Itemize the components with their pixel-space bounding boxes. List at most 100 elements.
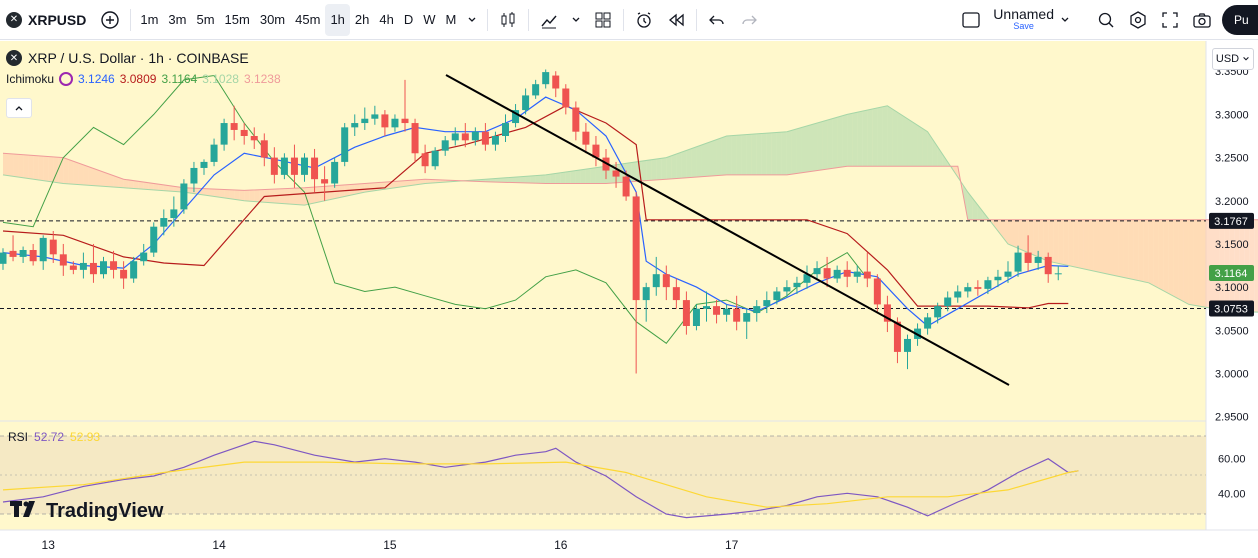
cloud-segment bbox=[892, 109, 898, 167]
cloud-segment bbox=[671, 153, 677, 179]
candle-body bbox=[120, 269, 128, 279]
candle-body bbox=[843, 269, 851, 277]
cloud-segment bbox=[641, 160, 647, 181]
time-tick-label: 14 bbox=[212, 538, 226, 552]
cloud-segment bbox=[510, 177, 516, 183]
cloud-segment bbox=[696, 144, 702, 178]
cloud-segment bbox=[259, 189, 265, 203]
cloud-segment bbox=[309, 187, 315, 205]
cloud-segment bbox=[1103, 219, 1109, 275]
cloud-segment bbox=[656, 158, 662, 180]
candle-body bbox=[190, 167, 198, 184]
rsi-legend[interactable]: RSI 52.72 52.93 bbox=[8, 430, 106, 444]
cloud-segment bbox=[88, 166, 94, 186]
candle-body bbox=[351, 123, 359, 128]
cloud-segment bbox=[379, 182, 385, 190]
cloud-segment bbox=[1123, 219, 1129, 279]
cloud-segment bbox=[1143, 219, 1149, 283]
cloud-segment bbox=[902, 115, 908, 167]
cloud-segment bbox=[1168, 219, 1174, 297]
candle-body bbox=[723, 308, 731, 315]
cloud-segment bbox=[575, 169, 581, 184]
time-axis-background bbox=[0, 530, 1258, 558]
indicator-legend[interactable]: Ichimoku 3.1246 3.0809 3.1164 3.1028 3.1238 bbox=[6, 72, 291, 86]
cloud-segment bbox=[776, 132, 782, 175]
cloud-segment bbox=[38, 155, 44, 181]
cloud-segment bbox=[922, 128, 928, 167]
cloud-segment bbox=[1013, 219, 1019, 249]
candle-body bbox=[59, 254, 67, 266]
cloud-segment bbox=[766, 132, 772, 175]
cloud-segment bbox=[1133, 219, 1139, 281]
candle-body bbox=[793, 282, 801, 288]
candle-body bbox=[461, 133, 469, 141]
cloud-segment bbox=[239, 190, 245, 201]
candle-body bbox=[522, 95, 530, 111]
rsi-label: RSI bbox=[8, 430, 29, 444]
candle-body bbox=[481, 131, 489, 145]
indicator-loading-icon bbox=[59, 72, 74, 86]
candle-body bbox=[823, 268, 831, 279]
candle-body bbox=[331, 161, 339, 184]
cloud-segment bbox=[1188, 219, 1194, 306]
candle-body bbox=[532, 84, 540, 96]
candle-body bbox=[381, 114, 389, 128]
cloud-segment bbox=[540, 174, 546, 184]
cloud-segment bbox=[887, 105, 893, 167]
candle-body bbox=[632, 196, 640, 301]
cloud-segment bbox=[570, 170, 576, 184]
candle-body bbox=[622, 176, 630, 197]
cloud-segment bbox=[1093, 219, 1099, 273]
candle-body bbox=[290, 157, 298, 175]
candle-body bbox=[873, 278, 881, 305]
price-tick-label: 3.3000 bbox=[1215, 109, 1249, 121]
cloud-segment bbox=[691, 146, 697, 178]
cloud-segment bbox=[319, 186, 325, 202]
cloud-segment bbox=[555, 172, 561, 184]
candle-body bbox=[572, 107, 580, 132]
candle-body bbox=[954, 291, 962, 298]
cloud-segment bbox=[711, 139, 717, 176]
candle-body bbox=[582, 131, 590, 145]
cloud-segment bbox=[706, 141, 712, 177]
cloud-segment bbox=[23, 154, 29, 179]
candle-body bbox=[813, 268, 821, 275]
cloud-segment bbox=[781, 131, 787, 175]
price-tick-label: 3.2000 bbox=[1215, 196, 1249, 208]
candle-body bbox=[471, 131, 479, 141]
cloud-segment bbox=[1153, 219, 1159, 289]
candle-body bbox=[974, 287, 982, 289]
cloud-segment bbox=[595, 166, 601, 184]
rsi-axis-label: 40.00 bbox=[1218, 488, 1246, 500]
candle-body bbox=[642, 287, 650, 301]
indicator-name: Ichimoku bbox=[6, 72, 55, 86]
time-tick-label: 17 bbox=[725, 538, 739, 552]
cloud-segment bbox=[1198, 219, 1204, 307]
cloud-segment bbox=[1113, 219, 1119, 277]
candle-body bbox=[944, 297, 952, 307]
ichimoku-value: 3.0809 bbox=[119, 72, 157, 86]
cloud-segment bbox=[1008, 219, 1014, 247]
currency-select[interactable]: USD bbox=[1212, 48, 1254, 70]
cloud-segment bbox=[817, 121, 823, 171]
cloud-segment bbox=[907, 118, 913, 167]
price-label-text: 3.1164 bbox=[1215, 268, 1248, 280]
candle-body bbox=[994, 276, 1002, 281]
cloud-segment bbox=[1048, 219, 1054, 263]
cloud-segment bbox=[229, 189, 235, 200]
candle-body bbox=[140, 252, 148, 262]
candle-body bbox=[612, 170, 620, 177]
cloud-segment bbox=[721, 136, 727, 176]
symbol-title: XRP / U.S. Dollar · 1h · COINBASE bbox=[28, 50, 249, 66]
candle-body bbox=[321, 179, 329, 184]
cloud-segment bbox=[58, 157, 64, 184]
cloud-segment bbox=[1058, 219, 1064, 265]
cloud-segment bbox=[877, 106, 883, 167]
ichimoku-value: 3.1028 bbox=[202, 72, 239, 86]
cloud-segment bbox=[525, 175, 531, 184]
chevron-up-icon[interactable] bbox=[6, 98, 32, 118]
cloud-segment bbox=[1128, 219, 1134, 280]
tradingview-logo[interactable]: TradingView bbox=[10, 500, 163, 523]
cloud-segment bbox=[585, 168, 591, 184]
ichimoku-value: 3.1164 bbox=[161, 72, 198, 86]
